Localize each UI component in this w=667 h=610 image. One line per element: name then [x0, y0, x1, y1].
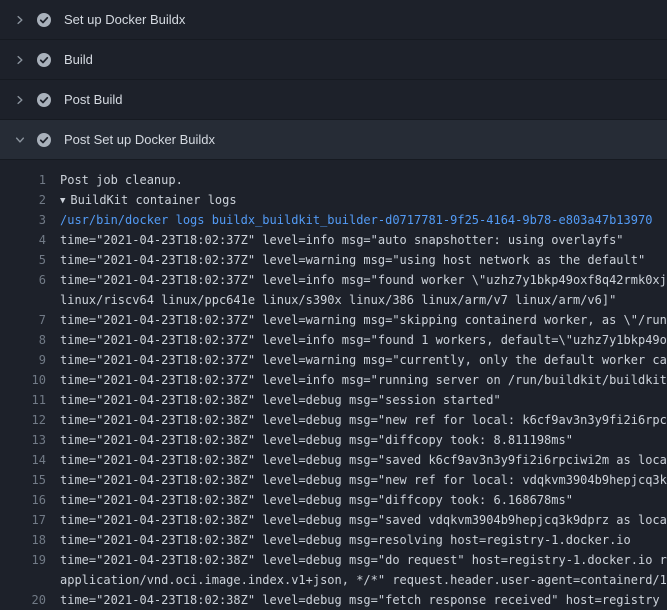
log-line-number[interactable]: 20	[0, 590, 46, 610]
log-line-number[interactable]: 17	[0, 510, 46, 530]
log-text: Post job cleanup.	[60, 170, 667, 190]
log-line: 14 time="2021-04-23T18:02:38Z" level=debu…	[0, 450, 667, 470]
log-line-number[interactable]: 11	[0, 390, 46, 410]
log-text: time="2021-04-23T18:02:37Z" level=warnin…	[60, 310, 667, 330]
log-line: 12 time="2021-04-23T18:02:38Z" level=debu…	[0, 410, 667, 430]
triangle-down-icon: ▼	[60, 191, 65, 210]
log-text: time="2021-04-23T18:02:38Z" level=debug …	[60, 510, 667, 530]
log-line-number[interactable]: 15	[0, 470, 46, 490]
log-line: 6 time="2021-04-23T18:02:37Z" level=info …	[0, 270, 667, 290]
step-header-build[interactable]: Build	[0, 40, 667, 80]
chevron-right-icon	[12, 52, 28, 68]
step-header-post-build[interactable]: Post Build	[0, 80, 667, 120]
log-text: time="2021-04-23T18:02:37Z" level=info m…	[60, 330, 667, 350]
log-line: 3/usr/bin/docker logs buildx_buildkit_bu…	[0, 210, 667, 230]
log-text: time="2021-04-23T18:02:38Z" level=debug …	[60, 550, 667, 570]
log-group-label: BuildKit container logs	[70, 193, 236, 207]
log-text: time="2021-04-23T18:02:38Z" level=debug …	[60, 490, 667, 510]
log-text: time="2021-04-23T18:02:37Z" level=warnin…	[60, 250, 667, 270]
step-title: Post Set up Docker Buildx	[64, 132, 215, 147]
log-line: 16 time="2021-04-23T18:02:38Z" level=debu…	[0, 490, 667, 510]
log-line-number[interactable]: 16	[0, 490, 46, 510]
log-line-number[interactable]: 5	[0, 250, 46, 270]
log-text: time="2021-04-23T18:02:38Z" level=debug …	[60, 470, 667, 490]
log-text: time="2021-04-23T18:02:38Z" level=debug …	[60, 410, 667, 430]
check-circle-icon	[36, 52, 52, 68]
log-line-number	[0, 290, 46, 310]
log-line-number[interactable]: 3	[0, 210, 46, 230]
log-line-number[interactable]: 10	[0, 370, 46, 390]
log-line: 17 time="2021-04-23T18:02:38Z" level=debu…	[0, 510, 667, 530]
log-text: time="2021-04-23T18:02:38Z" level=debug …	[60, 530, 667, 550]
log-line-number[interactable]: 14	[0, 450, 46, 470]
log-line: 15 time="2021-04-23T18:02:38Z" level=debu…	[0, 470, 667, 490]
log-text: time="2021-04-23T18:02:38Z" level=debug …	[60, 430, 667, 450]
log-line-number[interactable]: 7	[0, 310, 46, 330]
log-line: 19 time="2021-04-23T18:02:38Z" level=debu…	[0, 550, 667, 570]
log-line-continuation: linux/riscv64 linux/ppc641e linux/s390x …	[0, 290, 667, 310]
log-text: time="2021-04-23T18:02:38Z" level=debug …	[60, 450, 667, 470]
log-command-text: /usr/bin/docker logs buildx_buildkit_bui…	[60, 210, 667, 230]
check-circle-icon	[36, 12, 52, 28]
step-header-post-set-up-docker-buildx[interactable]: Post Set up Docker Buildx	[0, 120, 667, 160]
log-line-number[interactable]: 18	[0, 530, 46, 550]
log-text: time="2021-04-23T18:02:37Z" level=info m…	[60, 230, 667, 250]
log-line: 10 time="2021-04-23T18:02:37Z" level=info…	[0, 370, 667, 390]
steps-list: Set up Docker Buildx Build Post Build Post …	[0, 0, 667, 160]
log-line-number[interactable]: 2	[0, 190, 46, 210]
log-line-number	[0, 570, 46, 590]
log-text: application/vnd.oci.image.index.v1+json,…	[60, 570, 667, 590]
log-line: 1 Post job cleanup.	[0, 170, 667, 190]
log-text: time="2021-04-23T18:02:37Z" level=info m…	[60, 270, 667, 290]
chevron-down-icon	[12, 132, 28, 148]
log-line: 4 time="2021-04-23T18:02:37Z" level=info …	[0, 230, 667, 250]
log-line-number[interactable]: 19	[0, 550, 46, 570]
log-line: 5 time="2021-04-23T18:02:37Z" level=warni…	[0, 250, 667, 270]
step-title: Set up Docker Buildx	[64, 12, 185, 27]
check-circle-icon	[36, 92, 52, 108]
log-line-number[interactable]: 12	[0, 410, 46, 430]
log-area[interactable]: 1 Post job cleanup. 2 ▼ BuildKit container l…	[0, 160, 667, 610]
chevron-right-icon	[12, 92, 28, 108]
log-line: 2 ▼ BuildKit container logs	[0, 190, 667, 210]
log-text: time="2021-04-23T18:02:38Z" level=debug …	[60, 390, 667, 410]
log-line: 7 time="2021-04-23T18:02:37Z" level=warni…	[0, 310, 667, 330]
log-line: 18 time="2021-04-23T18:02:38Z" level=debu…	[0, 530, 667, 550]
log-line: 13 time="2021-04-23T18:02:38Z" level=debu…	[0, 430, 667, 450]
log-line: 9 time="2021-04-23T18:02:37Z" level=warni…	[0, 350, 667, 370]
log-line: 11 time="2021-04-23T18:02:38Z" level=debu…	[0, 390, 667, 410]
log-line-number[interactable]: 9	[0, 350, 46, 370]
log-text: time="2021-04-23T18:02:37Z" level=info m…	[60, 370, 667, 390]
log-text: linux/riscv64 linux/ppc641e linux/s390x …	[60, 290, 667, 310]
log-line-number[interactable]: 4	[0, 230, 46, 250]
log-line-number[interactable]: 6	[0, 270, 46, 290]
log-text: time="2021-04-23T18:02:37Z" level=warnin…	[60, 350, 667, 370]
log-line-number[interactable]: 8	[0, 330, 46, 350]
log-line-number[interactable]: 13	[0, 430, 46, 450]
log-line: 20 time="2021-04-23T18:02:38Z" level=debu…	[0, 590, 667, 610]
step-title: Build	[64, 52, 93, 67]
step-header-set-up-docker-buildx[interactable]: Set up Docker Buildx	[0, 0, 667, 40]
step-title: Post Build	[64, 92, 123, 107]
log-group-toggle[interactable]: ▼ BuildKit container logs	[60, 190, 667, 210]
chevron-right-icon	[12, 12, 28, 28]
check-circle-icon	[36, 132, 52, 148]
log-line-number[interactable]: 1	[0, 170, 46, 190]
log-text: time="2021-04-23T18:02:38Z" level=debug …	[60, 590, 667, 610]
log-line: 8 time="2021-04-23T18:02:37Z" level=info …	[0, 330, 667, 350]
log-line-continuation: application/vnd.oci.image.index.v1+json,…	[0, 570, 667, 590]
